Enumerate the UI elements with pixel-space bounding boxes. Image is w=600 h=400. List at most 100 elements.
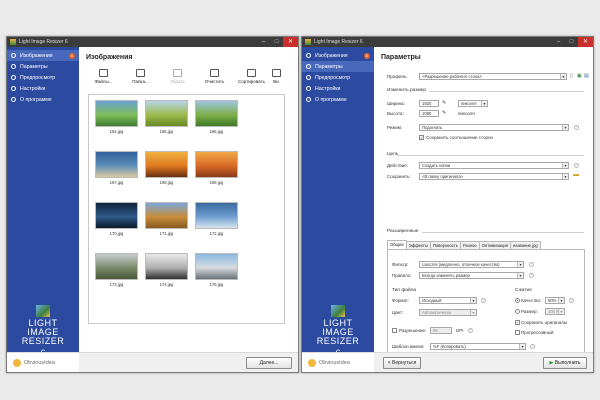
brand-footer[interactable]: ObviousIdea [7,352,79,372]
thumbnail[interactable]: 174.jpg [145,253,188,287]
save-profile-icon[interactable]: ▣ [577,73,582,79]
width-unit-select[interactable]: пикселя [458,100,488,107]
logo-picture-icon [36,305,50,317]
section-compression: Сжатие [515,288,532,293]
folder-icon[interactable]: ▬ [573,172,579,178]
next-button[interactable]: Далее... [246,357,292,369]
thumbnail-caption: 167.jpg [109,180,124,185]
thumbnail-grid[interactable]: 164.jpg 165.jpg 166.jpg 167.jpg 168.jpg 169.j… [88,94,285,324]
logo-picture-icon [331,305,345,317]
sidebar: Изображения 6 Параметры Предпросмотр Наст… [302,47,374,372]
tab-filename[interactable]: название.jpg [509,241,541,249]
run-button[interactable]: ▶ Выполнить [543,357,587,369]
quality-input[interactable]: 90% [545,297,565,304]
remove-button[interactable]: Убрать [159,69,196,84]
button-bar: Далее... [79,352,298,372]
sidebar-item-parameters[interactable]: Параметры [7,61,79,72]
width-input[interactable]: 1920 [419,100,439,107]
clear-button[interactable]: Очистить [196,69,233,84]
profile-select[interactable]: <Разрешение рабочего стола> [419,73,567,80]
sidebar-item-about[interactable]: О программе [7,94,79,105]
link-icon[interactable]: ✎ [442,100,446,106]
help-icon[interactable]: ? [468,328,473,333]
tab-surface[interactable]: Поверхность [429,241,461,249]
height-input[interactable]: 1080 [419,110,439,117]
maximize-icon[interactable]: □ [270,37,283,47]
delete-profile-icon[interactable]: ▯ [570,73,573,79]
add-files-button[interactable]: Файлы... [85,69,122,84]
size-radio[interactable] [515,309,520,314]
color-select[interactable]: Автоматически [419,309,477,316]
sidebar-item-settings[interactable]: Настройки [7,83,79,94]
sidebar-item-settings[interactable]: Настройки [302,83,374,94]
tab-optimization[interactable]: Оптимизация [478,241,511,249]
naming-select[interactable]: %F (Копировать) [430,343,526,350]
info-icon [11,97,16,102]
run-button-label: Выполнить [554,360,581,366]
preview-icon [306,75,311,80]
sidebar-item-preview[interactable]: Предпросмотр [7,72,79,83]
toolbar-label: Папка... [132,79,149,84]
size-input[interactable]: 100 КБ [545,308,565,315]
keep-original-label: Сохранить оригиналы [521,320,568,325]
link-icon[interactable]: ✎ [442,110,446,116]
minimize-icon[interactable]: – [552,37,565,47]
tab-effects[interactable]: Эффекты [405,241,431,249]
sidebar-item-parameters[interactable]: Параметры [302,61,374,72]
format-select[interactable]: Исходный [419,297,477,304]
height-unit: пикселя [458,111,475,116]
rule-select[interactable]: Всегда изменять размер [419,272,524,279]
thumbnail-caption: 173.jpg [109,282,124,287]
save-location-select[interactable]: <В папку оригинала> [419,173,569,180]
thumbnail[interactable]: 173.jpg [95,253,138,287]
resolution-checkbox[interactable] [392,328,397,333]
quality-radio[interactable] [515,298,520,303]
tab-misc[interactable]: Разное [459,241,480,249]
maximize-icon[interactable]: □ [565,37,578,47]
section-advanced: Расширенные [387,229,419,234]
thumbnail[interactable]: 166.jpg [195,100,238,134]
close-icon[interactable]: ✕ [283,37,298,47]
thumbnail[interactable]: 175.jpg [195,253,238,287]
brand-footer[interactable]: ObviousIdea [302,352,374,372]
thumbnail[interactable]: 171.jpg [145,202,188,236]
section-filetype: Тип файла [392,288,417,293]
thumbnail[interactable]: 164.jpg [95,100,138,134]
help-icon[interactable]: ? [529,262,534,267]
thumbnail-image [145,202,188,229]
thumbnail[interactable]: 170.jpg [95,202,138,236]
help-icon[interactable]: ? [530,344,535,349]
sidebar-item-about[interactable]: О программе [302,94,374,105]
keep-ratio-checkbox[interactable]: ✓ [419,135,424,140]
filter-select[interactable]: Lanczos (медленно, отличное качество) [419,261,524,268]
thumbnail[interactable]: 168.jpg [145,151,188,185]
back-button[interactable]: < Вернуться [383,357,421,369]
thumbnail-caption: 164.jpg [109,129,124,134]
sidebar-item-images[interactable]: Изображения 6 [302,50,374,61]
resolution-input[interactable]: 96 [430,327,452,334]
view-button[interactable]: Ви [270,69,282,84]
sidebar-item-preview[interactable]: Предпросмотр [302,72,374,83]
progressive-checkbox[interactable] [515,330,520,335]
help-icon[interactable]: ? [574,125,579,130]
sidebar-item-images[interactable]: Изображения 6 [7,50,79,61]
tab-general[interactable]: Общие [387,240,407,249]
help-icon[interactable]: ? [569,298,574,303]
close-icon[interactable]: ✕ [578,37,593,47]
thumbnail[interactable]: 167.jpg [95,151,138,185]
sort-button[interactable]: Сортировать [233,69,270,84]
toolbar-label: Сортировать [238,79,265,84]
thumbnail[interactable]: 172.jpg [195,202,238,236]
help-icon[interactable]: ? [481,298,486,303]
mode-select[interactable]: Подогнать [419,124,569,131]
sidebar-item-label: Настройки [20,85,46,92]
export-profile-icon[interactable]: ▤ [584,73,589,79]
minimize-icon[interactable]: – [257,37,270,47]
thumbnail[interactable]: 165.jpg [145,100,188,134]
action-select[interactable]: Создать копии [419,162,569,169]
keep-original-checkbox[interactable]: ✓ [515,320,520,325]
thumbnail[interactable]: 169.jpg [195,151,238,185]
help-icon[interactable]: ? [574,163,579,168]
add-folder-button[interactable]: Папка... [122,69,159,84]
help-icon[interactable]: ? [529,273,534,278]
